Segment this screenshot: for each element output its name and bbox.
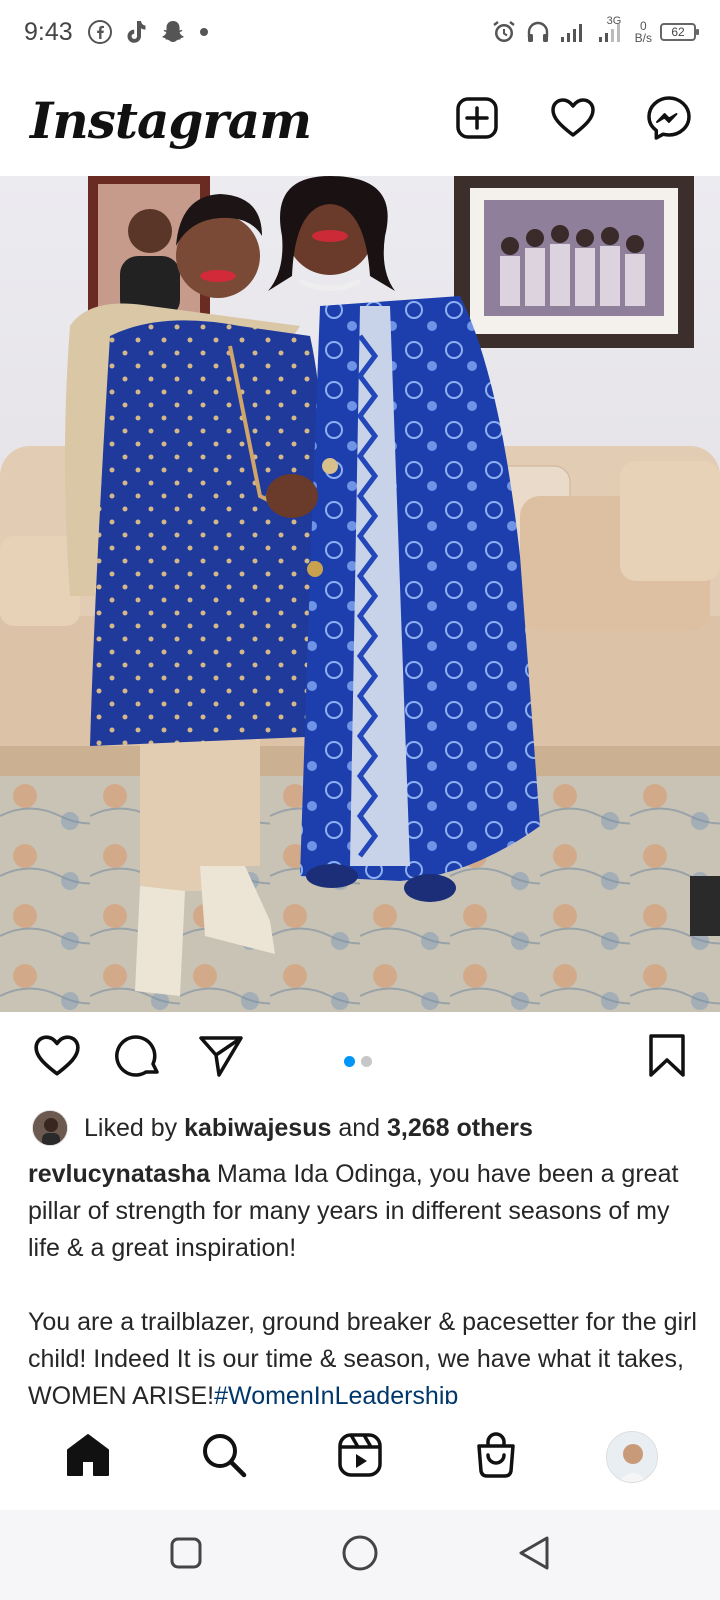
carousel-dot-active <box>344 1056 355 1067</box>
heart-icon <box>33 1034 81 1083</box>
battery-icon: 62 <box>660 23 699 41</box>
recents-button[interactable] <box>164 1533 208 1577</box>
likes-connector: and <box>338 1113 381 1142</box>
messenger-button[interactable] <box>646 95 692 146</box>
signal-icon <box>559 19 589 45</box>
network-type-label: 3G <box>606 15 622 27</box>
caption-username[interactable]: revlucynatasha <box>28 1160 210 1188</box>
nav-profile[interactable] <box>602 1427 662 1487</box>
carousel-dot <box>361 1056 372 1067</box>
home-icon <box>64 1432 112 1483</box>
new-post-button[interactable] <box>454 96 500 145</box>
like-button[interactable] <box>32 1033 82 1083</box>
likes-others-count[interactable]: 3,268 others <box>387 1114 533 1143</box>
share-button[interactable] <box>196 1033 246 1083</box>
liker-username[interactable]: kabiwajesus <box>184 1114 331 1143</box>
circle-icon <box>341 1534 379 1577</box>
instagram-logo: Instagram <box>30 90 312 150</box>
activity-button[interactable] <box>550 97 596 143</box>
bottom-navigation <box>0 1404 720 1510</box>
shop-icon <box>474 1431 518 1484</box>
headphones-icon <box>525 19 551 45</box>
post-action-bar <box>0 1022 720 1094</box>
alarm-icon <box>491 19 517 45</box>
reels-icon <box>337 1432 383 1483</box>
nav-shop[interactable] <box>466 1427 526 1487</box>
battery-level: 62 <box>671 25 685 39</box>
facebook-icon <box>87 19 113 45</box>
caption-hashtag[interactable]: #WomenInLeadership <box>214 1382 458 1404</box>
system-navigation-bar <box>0 1510 720 1600</box>
home-system-button[interactable] <box>338 1533 382 1577</box>
net-speed: 0 B/s <box>635 20 652 44</box>
back-triangle-icon <box>517 1534 551 1577</box>
square-icon <box>169 1536 203 1575</box>
carousel-indicator <box>344 1056 372 1067</box>
nav-reels[interactable] <box>330 1427 390 1487</box>
comment-button[interactable] <box>114 1033 164 1083</box>
status-time: 9:43 <box>24 17 73 46</box>
profile-avatar <box>606 1431 658 1483</box>
new-post-icon <box>455 96 499 145</box>
heart-icon <box>550 97 596 144</box>
nav-home[interactable] <box>58 1427 118 1487</box>
app-header: Instagram <box>0 64 720 176</box>
post-caption: revlucynatasha Mama Ida Odinga, you have… <box>28 1156 698 1404</box>
notification-dot-icon <box>197 25 211 39</box>
messenger-icon <box>646 95 692 146</box>
post-photo[interactable] <box>0 176 720 1012</box>
comment-icon <box>115 1032 163 1085</box>
search-icon <box>200 1431 248 1484</box>
save-button[interactable] <box>642 1033 692 1083</box>
likes-prefix: Liked by <box>84 1113 178 1142</box>
status-bar: 9:43 3G 0 B/s 62 <box>0 0 720 64</box>
paper-plane-icon <box>197 1033 245 1084</box>
snapchat-icon <box>159 18 187 46</box>
nav-search[interactable] <box>194 1427 254 1487</box>
net-speed-unit: B/s <box>634 31 652 45</box>
liker-avatar <box>32 1110 68 1146</box>
signal-3g-icon: 3G <box>597 15 627 45</box>
bookmark-icon <box>647 1033 687 1084</box>
likes-summary[interactable]: Liked by kabiwajesus and 3,268 others <box>32 1108 692 1148</box>
back-button[interactable] <box>512 1533 556 1577</box>
tiktok-icon <box>123 18 149 46</box>
